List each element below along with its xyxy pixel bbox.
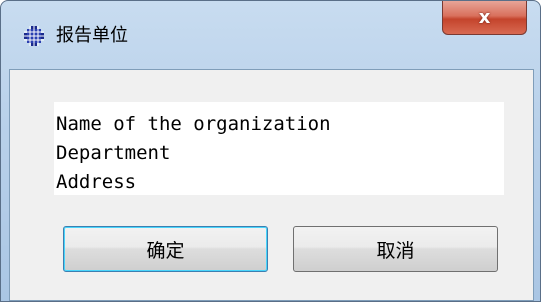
- text-line: Name of the organization: [56, 113, 331, 135]
- app-grid-icon: [23, 25, 45, 47]
- info-text-box[interactable]: Name of the organization Department Addr…: [54, 102, 504, 195]
- ok-button[interactable]: 确定: [63, 226, 268, 272]
- close-icon: x: [478, 7, 491, 28]
- title-bar[interactable]: 报告单位 x: [1, 1, 540, 47]
- dialog-body: Name of the organization Department Addr…: [9, 69, 534, 301]
- text-line: Address: [56, 171, 137, 193]
- dialog-window: 报告单位 x Name of the organization Departme…: [0, 0, 541, 302]
- window-title: 报告单位: [56, 25, 128, 46]
- cancel-button[interactable]: 取消: [293, 226, 498, 272]
- text-line: Department: [56, 142, 171, 164]
- close-button[interactable]: x: [442, 1, 527, 35]
